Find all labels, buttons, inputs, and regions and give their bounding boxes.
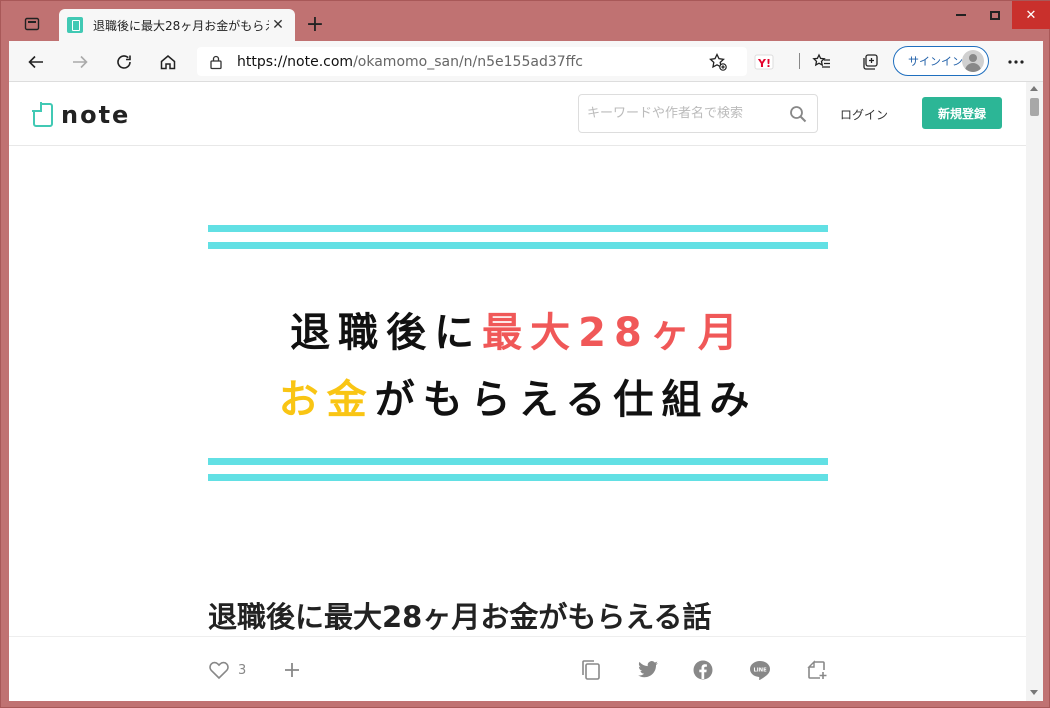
- heart-icon: [209, 661, 229, 680]
- search-icon[interactable]: [789, 105, 807, 123]
- favorites-icon: [812, 53, 830, 68]
- embed-button[interactable]: [806, 655, 828, 685]
- note-search-box[interactable]: [578, 94, 818, 133]
- hero-stripe-bottom-2: [208, 474, 828, 481]
- like-count: 3: [238, 662, 247, 678]
- page-viewport: note ログイン 新規登録 退職後に最大28ヶ月 お金がもらえる仕組み 退職後…: [9, 82, 1043, 701]
- search-input[interactable]: [587, 106, 777, 121]
- hero-text-line-1: 退職後に最大28ヶ月: [208, 300, 828, 358]
- tab-actions-icon[interactable]: [19, 11, 45, 37]
- maximize-icon: [990, 10, 1000, 20]
- svg-text:LINE: LINE: [754, 668, 768, 674]
- share-line-button[interactable]: LINE: [749, 655, 771, 685]
- yahoo-extension-button[interactable]: Y!: [749, 47, 779, 77]
- home-button[interactable]: [153, 47, 183, 77]
- scroll-up-arrow-icon[interactable]: [1030, 86, 1038, 91]
- star-add-icon: [709, 52, 727, 71]
- minimize-button[interactable]: [944, 1, 978, 29]
- maximize-button[interactable]: [978, 1, 1012, 29]
- share-facebook-button[interactable]: [693, 655, 713, 685]
- share-twitter-button[interactable]: [637, 655, 659, 685]
- close-window-button[interactable]: ✕: [1012, 1, 1050, 29]
- article-eyecatch-image: 退職後に最大28ヶ月 お金がもらえる仕組み: [208, 225, 828, 485]
- back-arrow-icon: [28, 55, 43, 69]
- new-tab-button[interactable]: +: [303, 13, 327, 37]
- note-logo-text: note: [61, 101, 131, 129]
- signup-button[interactable]: 新規登録: [922, 97, 1002, 129]
- minimize-icon: [956, 14, 966, 16]
- hero-stripe-top-2: [208, 242, 828, 249]
- tab-title: 退職後に最大28ヶ月お金がもらえる話: [93, 18, 269, 33]
- browser-window: 退職後に最大28ヶ月お金がもらえる話 ✕ + ✕ https://note.co…: [0, 0, 1050, 708]
- lock-icon: [210, 55, 222, 69]
- hero-line1-part2: 最大28ヶ月: [482, 310, 746, 356]
- collections-icon: [863, 54, 878, 70]
- address-bar[interactable]: https://note.com/okamomo_san/n/n5e155ad3…: [197, 47, 747, 76]
- forward-button[interactable]: [65, 47, 95, 77]
- refresh-button[interactable]: [109, 47, 139, 77]
- signin-button[interactable]: サインイン: [893, 46, 989, 76]
- signin-label: サインイン: [908, 55, 963, 68]
- settings-menu-button[interactable]: [1001, 47, 1031, 77]
- note-header: note ログイン 新規登録: [9, 82, 1026, 146]
- close-icon: ✕: [1025, 7, 1037, 23]
- collections-button[interactable]: [855, 47, 885, 77]
- note-favicon-icon: [67, 17, 83, 33]
- add-to-magazine-button[interactable]: [283, 655, 301, 685]
- profile-avatar-icon: [962, 50, 984, 72]
- svg-text:Y!: Y!: [757, 57, 771, 70]
- hero-line1-part1: 退職後に: [290, 310, 483, 356]
- twitter-icon: [638, 661, 658, 678]
- home-icon: [160, 55, 176, 70]
- copy-link-button[interactable]: [580, 655, 602, 685]
- toolbar-separator: [799, 53, 800, 69]
- note-logo-icon: [33, 103, 53, 127]
- url-path: /okamomo_san/n/n5e155ad37ffc: [353, 53, 583, 70]
- plus-icon: [285, 663, 299, 677]
- hero-text-line-2: お金がもらえる仕組み: [208, 367, 828, 425]
- refresh-icon: [117, 55, 131, 69]
- embed-note-icon: [807, 660, 827, 679]
- tab-close-icon[interactable]: ✕: [269, 16, 287, 34]
- line-icon: LINE: [750, 661, 770, 680]
- tab-strip: 退職後に最大28ヶ月お金がもらえる話 ✕ + ✕: [1, 1, 1050, 41]
- add-favorite-button[interactable]: [703, 47, 733, 77]
- login-link[interactable]: ログイン: [840, 106, 888, 123]
- hero-stripe-top-1: [208, 225, 828, 232]
- forward-arrow-icon: [73, 55, 88, 69]
- article-title: 退職後に最大28ヶ月お金がもらえる話: [208, 600, 712, 634]
- back-button[interactable]: [21, 47, 51, 77]
- hero-stripe-bottom-1: [208, 458, 828, 465]
- browser-toolbar: https://note.com/okamomo_san/n/n5e155ad3…: [9, 41, 1043, 82]
- yahoo-icon: Y!: [754, 54, 774, 70]
- article-action-bar: 3 LINE: [9, 636, 1026, 701]
- scroll-thumb[interactable]: [1030, 98, 1039, 116]
- vertical-scrollbar[interactable]: [1026, 82, 1043, 701]
- copy-icon: [582, 660, 600, 680]
- like-button[interactable]: 3: [208, 655, 246, 685]
- note-logo[interactable]: note: [33, 101, 130, 129]
- more-dots-icon: [1008, 60, 1024, 64]
- scroll-down-arrow-icon[interactable]: [1030, 690, 1038, 695]
- active-tab[interactable]: 退職後に最大28ヶ月お金がもらえる話 ✕: [59, 9, 295, 41]
- hero-line2-part1: お金: [278, 377, 375, 423]
- url-host: https://note.com: [237, 53, 354, 70]
- hero-line2-part2: がもらえる仕組み: [374, 377, 758, 423]
- favorites-button[interactable]: [807, 47, 837, 77]
- url-text: https://note.com/okamomo_san/n/n5e155ad3…: [237, 54, 583, 70]
- facebook-icon: [693, 660, 713, 680]
